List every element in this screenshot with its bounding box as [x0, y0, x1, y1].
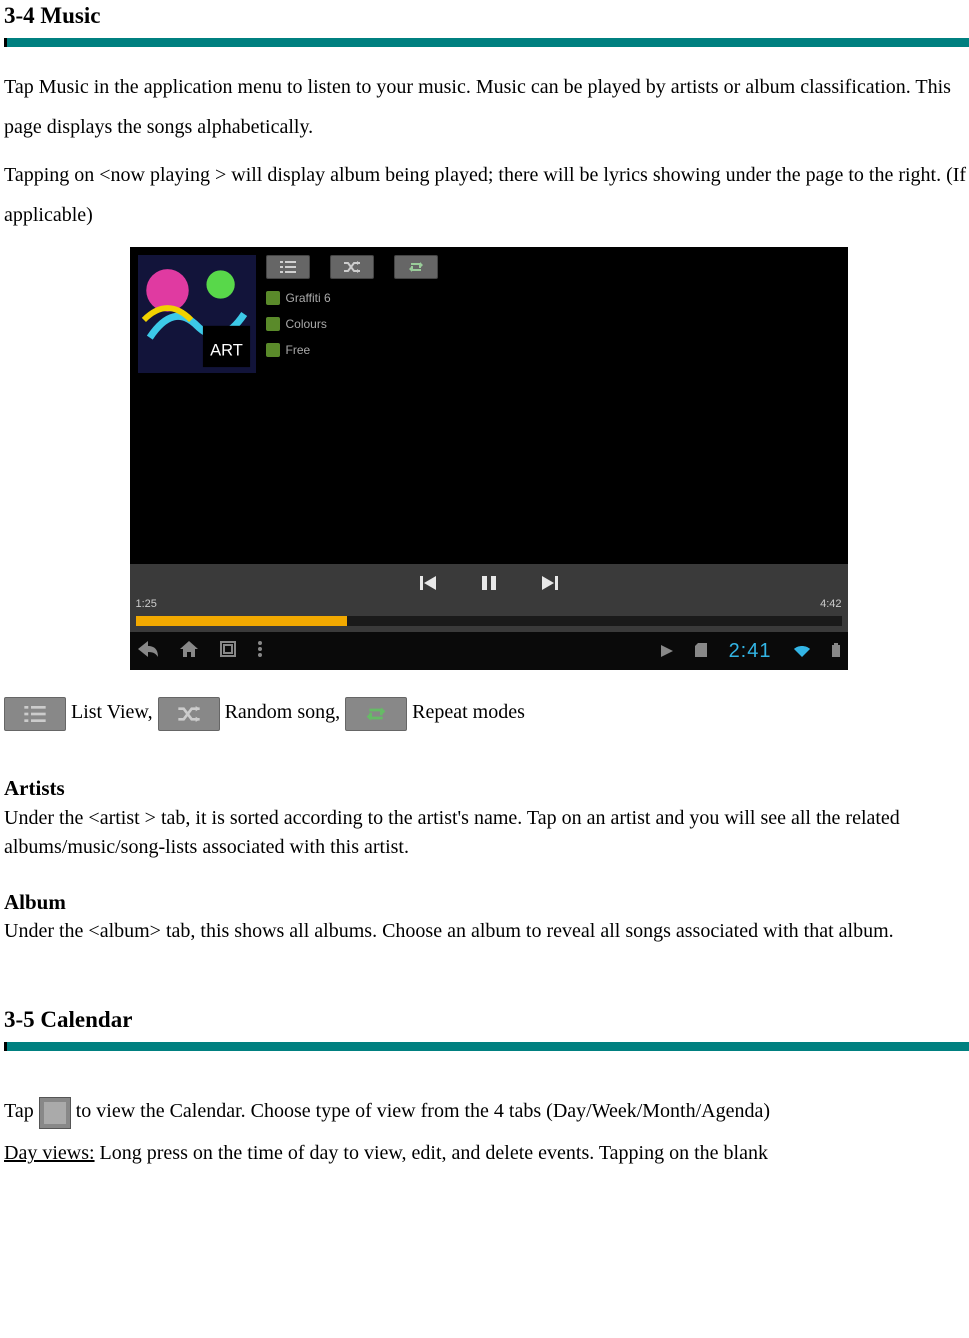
day-views-body: Long press on the time of day to view, e… — [95, 1142, 768, 1164]
track-icon — [266, 317, 280, 331]
repeat-icon — [345, 697, 407, 731]
recent-icon[interactable] — [220, 637, 236, 665]
track-item[interactable]: Free — [266, 337, 331, 363]
track-label: Free — [286, 342, 311, 359]
sd-card-icon[interactable] — [695, 637, 707, 665]
shuffle-button[interactable] — [330, 255, 374, 279]
home-icon[interactable] — [180, 637, 198, 665]
next-button[interactable] — [542, 570, 558, 598]
pause-button[interactable] — [482, 570, 496, 598]
battery-icon — [832, 637, 840, 665]
track-label: Colours — [286, 316, 327, 333]
track-icon — [266, 291, 280, 305]
artists-body: Under the <artist > tab, it is sorted ac… — [4, 804, 969, 862]
album-art: ART — [138, 255, 256, 373]
time-elapsed: 1:25 — [136, 597, 157, 612]
section-heading-music: 3-4 Music — [4, 0, 969, 32]
track-icon — [266, 343, 280, 357]
list-view-button[interactable] — [266, 255, 310, 279]
album-heading: Album — [4, 888, 969, 917]
divider-bar — [4, 38, 969, 47]
day-views-label: Day views: — [4, 1142, 95, 1164]
track-label: Graffiti 6 — [286, 290, 331, 307]
list-view-icon — [4, 697, 66, 731]
section-heading-calendar: 3-5 Calendar — [4, 1004, 969, 1036]
back-icon[interactable] — [138, 637, 158, 665]
track-item[interactable]: Graffiti 6 — [266, 285, 331, 311]
wifi-icon — [794, 637, 810, 665]
prev-button[interactable] — [420, 570, 436, 598]
legend-list-view: List View, — [66, 701, 158, 723]
track-list: Graffiti 6 Colours Free — [266, 285, 331, 363]
cal-p1-pre: Tap — [4, 1100, 39, 1122]
time-total: 4:42 — [820, 597, 841, 612]
music-player-screenshot: ART Graffiti 6 Colours Free — [130, 247, 848, 670]
progress-fill — [136, 616, 348, 626]
day-views-line: Day views: Long press on the time of day… — [4, 1139, 969, 1168]
player-mode-buttons — [266, 255, 438, 279]
transport-buttons — [420, 570, 558, 598]
legend-repeat-modes: Repeat modes — [407, 701, 525, 723]
calendar-icon — [39, 1097, 71, 1129]
artists-heading: Artists — [4, 774, 969, 803]
notification-play-icon[interactable] — [661, 637, 673, 665]
calendar-paragraph-1: Tap to view the Calendar. Choose type of… — [4, 1091, 969, 1131]
music-paragraph-1: Tap Music in the application menu to lis… — [4, 67, 969, 147]
controls-bar: 1:25 4:42 — [130, 564, 848, 632]
svg-text:ART: ART — [210, 341, 243, 359]
track-item[interactable]: Colours — [266, 311, 331, 337]
menu-icon[interactable] — [258, 637, 262, 665]
status-clock: 2:41 — [729, 637, 772, 665]
icon-legend: List View, Random song, Repeat modes — [4, 690, 969, 734]
progress-bar[interactable] — [136, 616, 842, 626]
shuffle-icon — [158, 697, 220, 731]
divider-bar — [4, 1042, 969, 1051]
music-paragraph-2: Tapping on <now playing > will display a… — [4, 155, 969, 235]
system-nav-bar: 2:41 — [130, 632, 848, 670]
legend-random-song: Random song, — [220, 701, 346, 723]
repeat-button[interactable] — [394, 255, 438, 279]
album-body: Under the <album> tab, this shows all al… — [4, 917, 969, 946]
cal-p1-post: to view the Calendar. Choose type of vie… — [76, 1100, 770, 1122]
player-window: ART Graffiti 6 Colours Free — [130, 247, 848, 670]
